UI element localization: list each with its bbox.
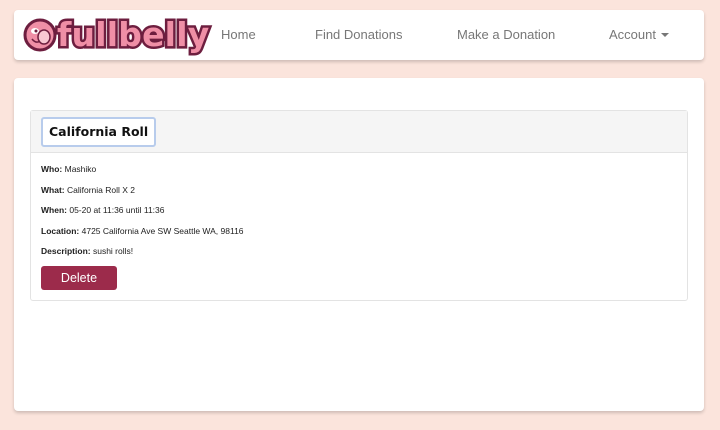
donation-description-row: Description: sushi rolls! (41, 244, 133, 258)
nav-account-dropdown[interactable]: Account (609, 25, 669, 45)
donation-who-row: Who: Mashiko (41, 162, 96, 176)
location-label: Location: (41, 226, 80, 236)
brand-name: fullbelly (54, 13, 211, 57)
description-value: sushi rolls! (92, 246, 134, 256)
navbar: fullbelly Home Find Donations Make a Don… (14, 10, 704, 60)
nav-home-link[interactable]: Home (221, 25, 256, 45)
donation-card: California Roll Who: Mashiko What: Calif… (30, 110, 688, 301)
brand-logo[interactable]: fullbelly (23, 13, 212, 57)
description-label: Description: (41, 246, 91, 256)
nav-make-donation-link[interactable]: Make a Donation (457, 25, 555, 45)
nav-account-label: Account (609, 27, 656, 42)
location-value: 4725 California Ave SW Seattle WA, 98116 (81, 226, 244, 236)
who-label: Who: (41, 164, 63, 174)
what-value: California Roll X 2 (66, 185, 136, 195)
when-value: 05-20 at 11:36 until 11:36 (69, 205, 165, 215)
smiling-belly-icon (23, 18, 57, 52)
nav-find-donations-link[interactable]: Find Donations (315, 25, 402, 45)
main-container: California Roll Who: Mashiko What: Calif… (14, 78, 704, 411)
donation-what-row: What: California Roll X 2 (41, 183, 135, 197)
delete-button[interactable]: Delete (41, 266, 117, 290)
donation-location-row: Location: 4725 California Ave SW Seattle… (41, 224, 244, 238)
what-label: What: (41, 185, 65, 195)
card-header: California Roll (31, 111, 687, 153)
who-value: Mashiko (64, 164, 97, 174)
chevron-down-icon (660, 33, 669, 37)
donation-when-row: When: 05-20 at 11:36 until 11:36 (41, 203, 165, 217)
when-label: When: (41, 205, 67, 215)
donation-title: California Roll (41, 117, 157, 147)
